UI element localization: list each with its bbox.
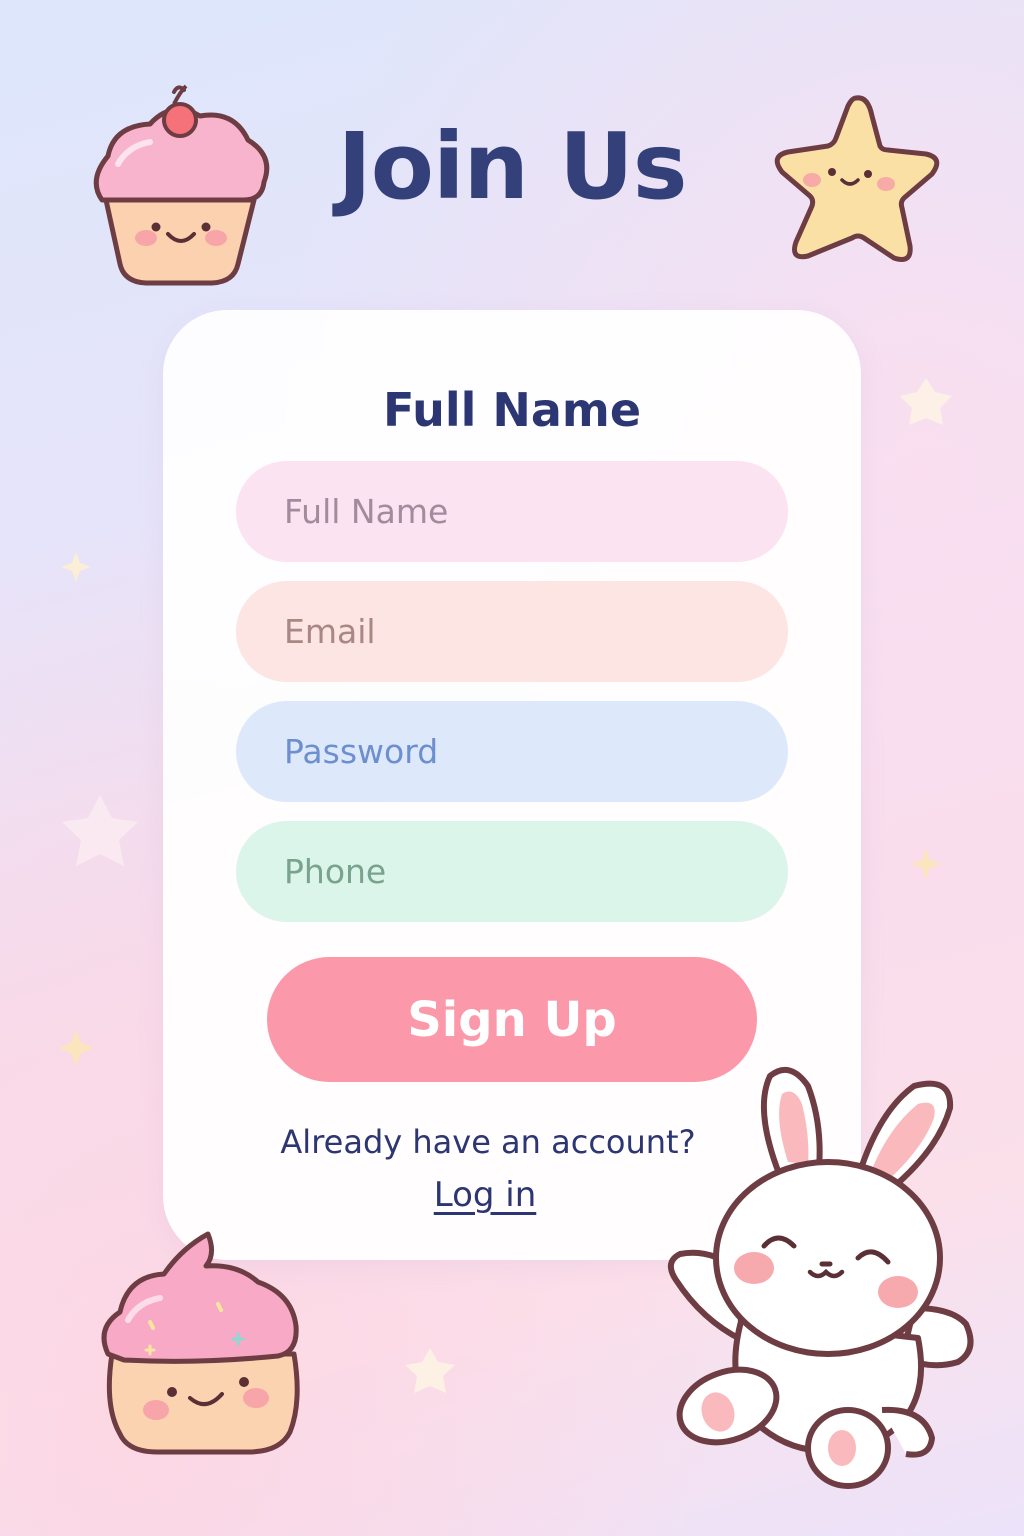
bunny-icon bbox=[667, 1066, 974, 1489]
cupcake-icon bbox=[101, 1231, 300, 1455]
email-input[interactable] bbox=[236, 581, 788, 682]
password-input[interactable] bbox=[236, 701, 788, 802]
phone-input[interactable] bbox=[236, 821, 788, 922]
full-name-input[interactable] bbox=[236, 461, 788, 562]
cupcake-icon bbox=[93, 84, 270, 286]
form-heading: Full Name bbox=[382, 383, 642, 437]
sparkle-icon bbox=[61, 552, 91, 582]
sparkle-icon bbox=[405, 1348, 455, 1393]
sparkle-icon bbox=[58, 1030, 94, 1066]
sparkle-icon bbox=[62, 795, 138, 866]
star-icon bbox=[774, 95, 940, 262]
sparkle-icon bbox=[910, 848, 942, 880]
